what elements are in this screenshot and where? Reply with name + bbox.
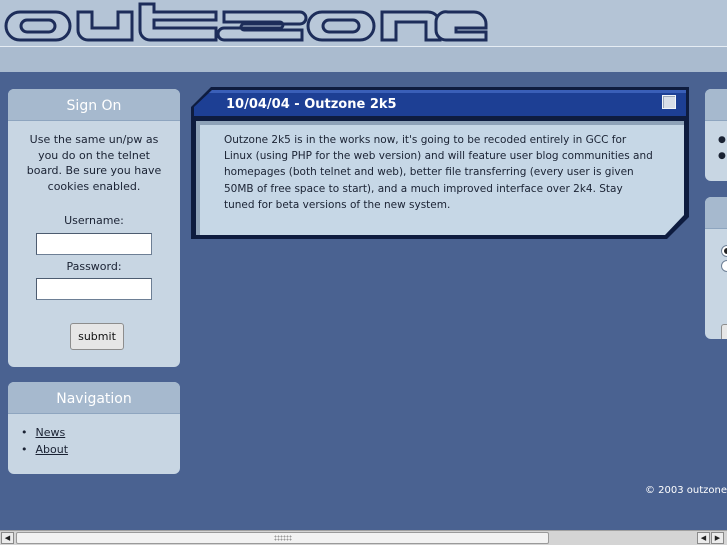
poll-vote-button[interactable]	[721, 324, 727, 339]
scrollbar-thumb[interactable]	[16, 532, 549, 544]
right-box-poll	[705, 197, 727, 339]
nav-item-about: About	[21, 443, 180, 460]
bullet-icon: ●	[718, 135, 726, 145]
news-panel: 10/04/04 - Outzone 2k5 Outzone 2k5 is in…	[189, 85, 692, 243]
password-label: Password:	[66, 260, 122, 273]
sign-on-title: Sign On	[8, 89, 180, 121]
news-body: Outzone 2k5 is in the works now, it's go…	[224, 134, 653, 211]
nav-link-about[interactable]: About	[36, 443, 69, 456]
nav-link-news[interactable]: News	[36, 426, 66, 439]
horizontal-scrollbar[interactable]: ◀ ◀ ▶	[0, 530, 727, 545]
site-header	[0, 0, 727, 72]
right-box-top-title	[705, 89, 727, 121]
header-band	[0, 47, 727, 72]
poll-radio[interactable]	[721, 260, 727, 272]
submit-button[interactable]: submit	[70, 323, 124, 350]
scroll-left-icon[interactable]: ◀	[1, 532, 14, 544]
copyright-text: © 2003 outzone	[645, 485, 727, 496]
navigation-title: Navigation	[8, 382, 180, 414]
right-box-poll-title	[705, 197, 727, 229]
nav-item-news: News	[21, 426, 180, 443]
sign-on-box: Sign On Use the same un/pw as you do on …	[8, 89, 180, 367]
bullet-icon: ●	[718, 151, 726, 161]
navigation-list: News About	[8, 414, 180, 460]
scroll-right-icon[interactable]: ▶	[711, 532, 724, 544]
news-title: 10/04/04 - Outzone 2k5	[226, 97, 397, 112]
outzone-logo	[4, 2, 488, 42]
scroll-left-icon[interactable]: ◀	[697, 532, 710, 544]
username-field[interactable]	[36, 233, 152, 255]
password-field[interactable]	[36, 278, 152, 300]
poll-radio-selected[interactable]	[721, 245, 727, 257]
navigation-box: Navigation News About	[8, 382, 180, 474]
username-label: Username:	[64, 214, 124, 227]
sign-on-description: Use the same un/pw as you do on the teln…	[26, 133, 162, 193]
close-icon[interactable]	[662, 95, 676, 109]
right-box-top: ● ●	[705, 89, 727, 181]
grip-icon	[274, 535, 292, 541]
